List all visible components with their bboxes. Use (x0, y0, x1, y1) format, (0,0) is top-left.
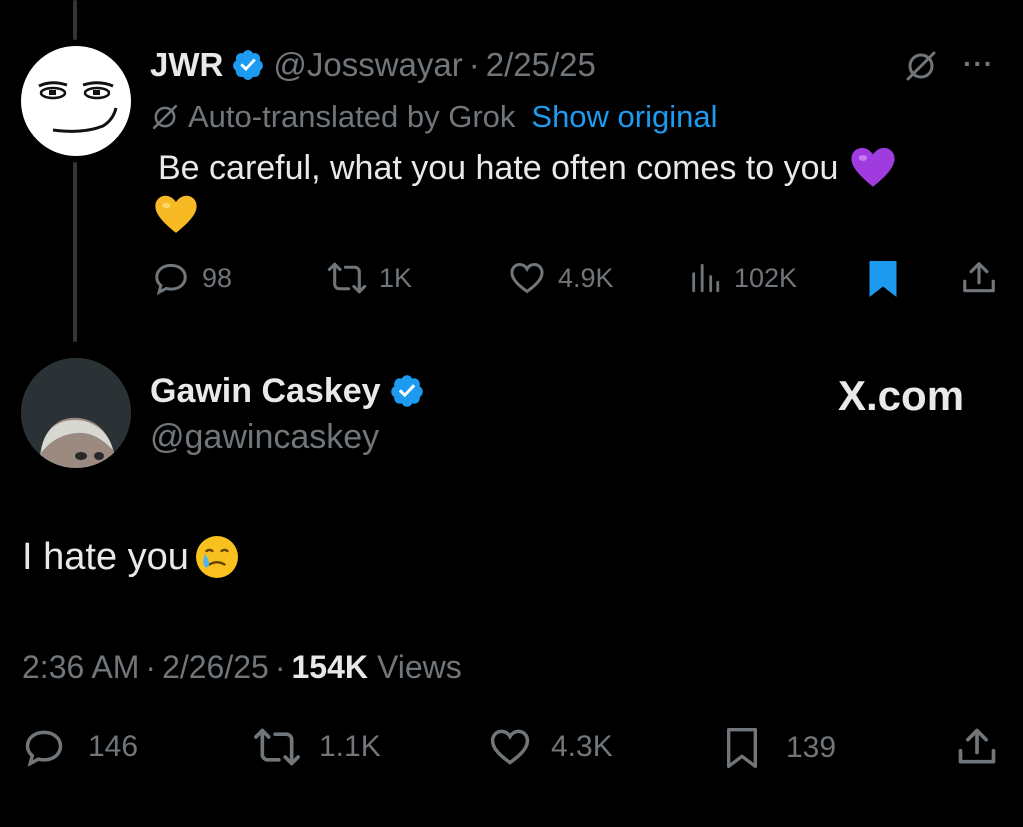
verified-badge-icon (390, 375, 423, 407)
like-count: 4.3K (551, 730, 613, 763)
author-name[interactable]: JWR (150, 46, 223, 84)
repost-icon (254, 728, 300, 766)
main-header: Gawin Caskey (150, 370, 425, 412)
reply-button[interactable]: 146 (22, 725, 138, 769)
show-original-link[interactable]: Show original (531, 99, 717, 135)
share-icon[interactable] (955, 725, 999, 769)
verified-badge-icon (233, 50, 264, 80)
reply-tweet-text-row: Be careful, what you hate often comes to… (158, 146, 896, 190)
repost-button[interactable]: 1K (327, 259, 412, 297)
repost-count: 1K (379, 262, 413, 293)
heart-icon (510, 263, 544, 294)
reply-count: 146 (88, 730, 139, 763)
thread-line-top (73, 0, 77, 40)
tweet-text: Be careful, what you hate often comes to… (158, 148, 839, 187)
tweet-date[interactable]: 2/26/25 (162, 649, 269, 686)
avatar-gawin[interactable] (21, 358, 131, 468)
reply-count: 98 (202, 262, 233, 293)
bookmark-icon (727, 728, 757, 768)
author-handle[interactable]: @gawincaskey (150, 418, 379, 457)
heart-icon (490, 729, 530, 765)
repost-icon (327, 262, 367, 294)
author-handle[interactable]: @Josswayar (273, 46, 462, 84)
views-count[interactable]: 154K (291, 649, 368, 686)
like-count: 4.9K (558, 262, 614, 293)
share-icon[interactable] (960, 259, 998, 297)
avatar-jwr[interactable] (21, 46, 131, 156)
grok-icon[interactable] (903, 48, 939, 84)
separator-dot: · (274, 648, 286, 685)
grok-small-icon (152, 104, 178, 130)
yellow-heart-icon (155, 195, 197, 233)
separator-dot: · (468, 46, 480, 83)
face-holding-back-tears-icon (195, 536, 238, 578)
translate-row: Auto-translated by Grok Show original (150, 98, 718, 136)
like-button[interactable]: 4.9K (508, 259, 614, 297)
like-button[interactable]: 4.3K (487, 725, 613, 769)
bookmark-filled-icon[interactable] (865, 259, 901, 299)
separator-dot: · (145, 648, 157, 685)
repost-button[interactable]: 1.1K (253, 725, 381, 769)
purple-heart-icon (851, 147, 895, 187)
reply-button[interactable]: 98 (152, 259, 232, 297)
views-button[interactable]: 102K (688, 259, 797, 297)
main-tweet-text-row: I hate you (22, 533, 241, 581)
author-name[interactable]: Gawin Caskey (150, 372, 381, 411)
thread-line-connector (73, 162, 77, 342)
reply-header: JWR @Josswayar · 2/25/25 (150, 45, 596, 85)
views-count: 102K (734, 262, 798, 293)
more-options-icon[interactable]: ··· (963, 48, 994, 80)
translate-note: Auto-translated by Grok (188, 99, 516, 134)
tweet-meta: 2:36 AM · 2/26/25 · 154K Views (22, 647, 462, 687)
views-label: Views (376, 648, 462, 685)
avatar-photo (21, 358, 131, 468)
watermark: X.com (838, 372, 965, 419)
tweet-text: I hate you (22, 535, 189, 578)
tweet-time[interactable]: 2:36 AM (22, 649, 139, 686)
repost-count: 1.1K (319, 730, 381, 763)
bookmark-count: 139 (786, 731, 837, 764)
views-chart-icon (692, 263, 720, 293)
reply-icon (155, 263, 187, 296)
tweet-date[interactable]: 2/25/25 (486, 46, 596, 84)
roblox-face-icon (38, 81, 118, 133)
bookmark-button[interactable]: 139 (722, 725, 836, 771)
reply-icon (25, 730, 63, 767)
